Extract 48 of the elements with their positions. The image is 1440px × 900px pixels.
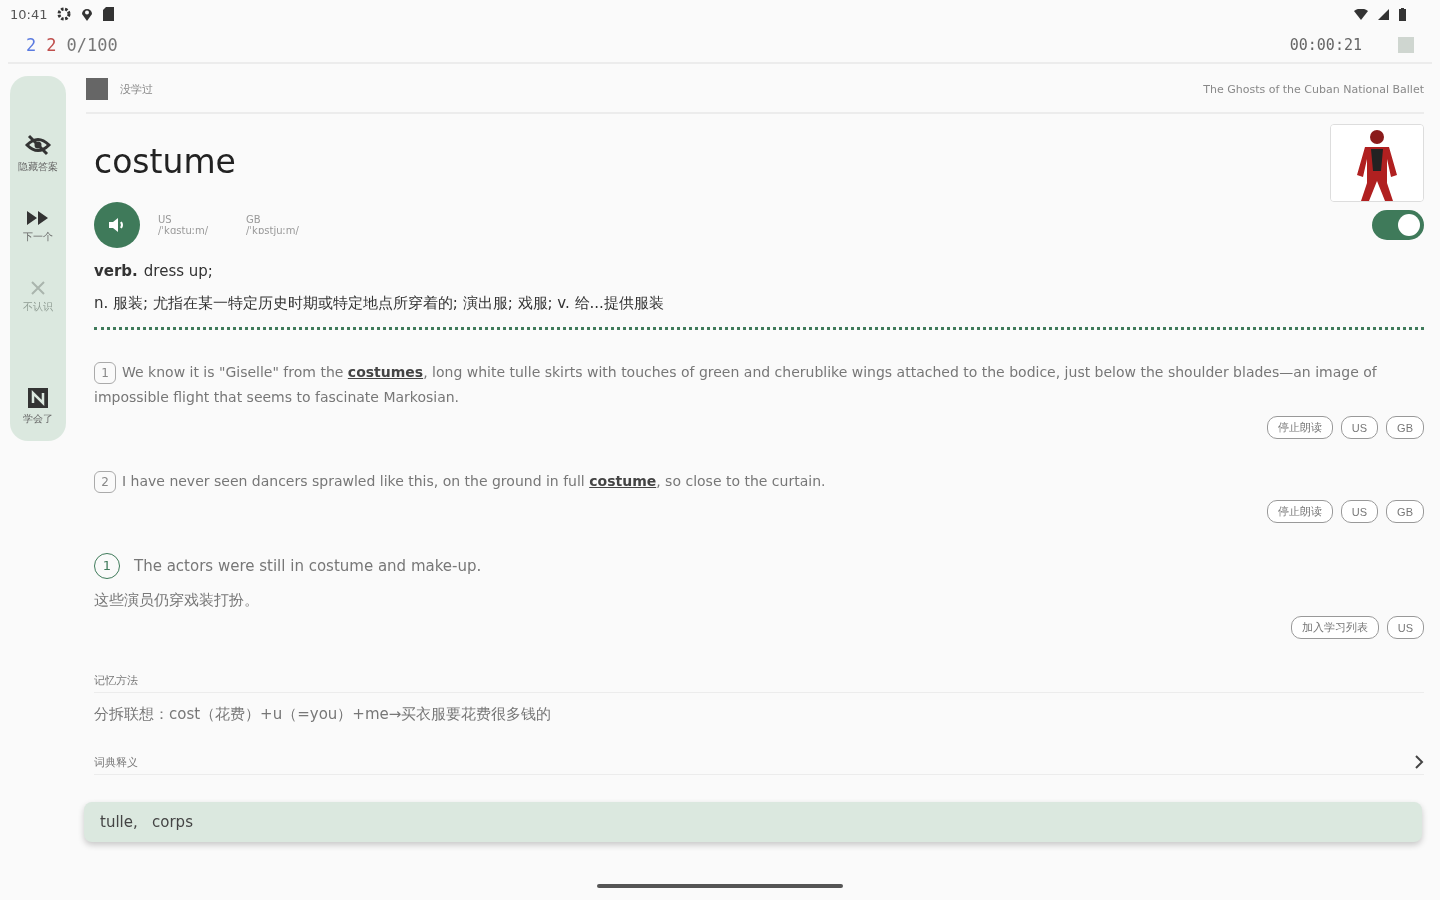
gear-icon bbox=[57, 7, 72, 21]
close-icon bbox=[30, 280, 46, 296]
region-label: GB bbox=[246, 214, 262, 225]
sentence-button[interactable]: US bbox=[1340, 500, 1379, 523]
count: 0/100 bbox=[66, 35, 118, 55]
eye-off-icon bbox=[25, 134, 51, 156]
example-sentence: The actors were still in costume and make-up. bbox=[134, 557, 482, 575]
example-button[interactable]: US bbox=[1386, 616, 1424, 639]
section-title: 词典释义 bbox=[94, 754, 138, 770]
letter-tile-icon bbox=[28, 388, 48, 408]
memory-tip: 分拆联想：cost（花费）+u（=you）+me→买衣服要花费很多钱的 bbox=[94, 705, 553, 724]
location-icon bbox=[81, 7, 94, 21]
example-sentence: 1 We know it is "Giselle" from the costumes, long white tulle skirts with touches of green and cherublike wings attached to the bodice, just below the shoulder blades—an image of impossible flight that seems to fascinate Markosian. bbox=[94, 361, 1378, 407]
status-square-icon bbox=[86, 78, 108, 100]
sentence-button[interactable]: GB bbox=[1386, 416, 1424, 439]
sidebar-button[interactable]: 下一个 bbox=[12, 210, 64, 244]
example-sentence: 2 I have never seen dancers sprawled like this, on the ground in full costume, so close to the curtain. bbox=[94, 469, 1424, 494]
speaker-icon bbox=[108, 217, 126, 233]
toggle-switch[interactable] bbox=[1372, 210, 1424, 240]
section-title: 记忆方法 bbox=[94, 673, 138, 688]
sd-card-icon bbox=[103, 7, 115, 21]
example-button[interactable]: 加入学习列表 bbox=[1290, 616, 1379, 639]
learn-status: 没学过 bbox=[120, 81, 153, 97]
sentence-button[interactable]: 停止朗读 bbox=[1266, 416, 1333, 439]
sentence-button[interactable]: GB bbox=[1386, 500, 1424, 523]
speaker-button[interactable] bbox=[94, 202, 140, 248]
count: 2 bbox=[26, 35, 37, 55]
phonetic[interactable]: /ˈkɑstuːm/ bbox=[158, 225, 228, 236]
fast-forward-icon bbox=[26, 210, 50, 226]
signal-icon bbox=[1378, 8, 1389, 20]
timer: 00:00:21 bbox=[1289, 36, 1362, 54]
headword: costume bbox=[94, 142, 236, 183]
count: 2 bbox=[46, 35, 57, 55]
source-title: The Ghosts of the Cuban National Ballet bbox=[1203, 82, 1424, 96]
sentence-button[interactable]: 停止朗读 bbox=[1266, 500, 1333, 523]
battery-icon bbox=[1399, 7, 1406, 21]
definition: n. 服装; 尤指在某一特定历史时期或特定地点所穿着的; 演出服; 戏服; v. 给...提供服装 bbox=[94, 294, 665, 313]
phonetic[interactable]: /ˈkɒstjuːm/ bbox=[246, 225, 316, 236]
sentence-button[interactable]: US bbox=[1340, 416, 1379, 439]
region-label: US bbox=[158, 214, 173, 225]
sidebar-button[interactable]: 隐藏答案 bbox=[12, 134, 64, 174]
example-translation: 这些演员仍穿戏装打扮。 bbox=[94, 591, 260, 610]
wifi-icon bbox=[1354, 8, 1368, 20]
highlighted-words: tulle, corps bbox=[100, 813, 193, 831]
sidebar-button[interactable]: 学会了 bbox=[12, 388, 64, 426]
clock: 10:41 bbox=[10, 6, 48, 22]
definition: verb. dress up; bbox=[94, 262, 214, 280]
chevron-right-icon[interactable] bbox=[1414, 754, 1424, 770]
